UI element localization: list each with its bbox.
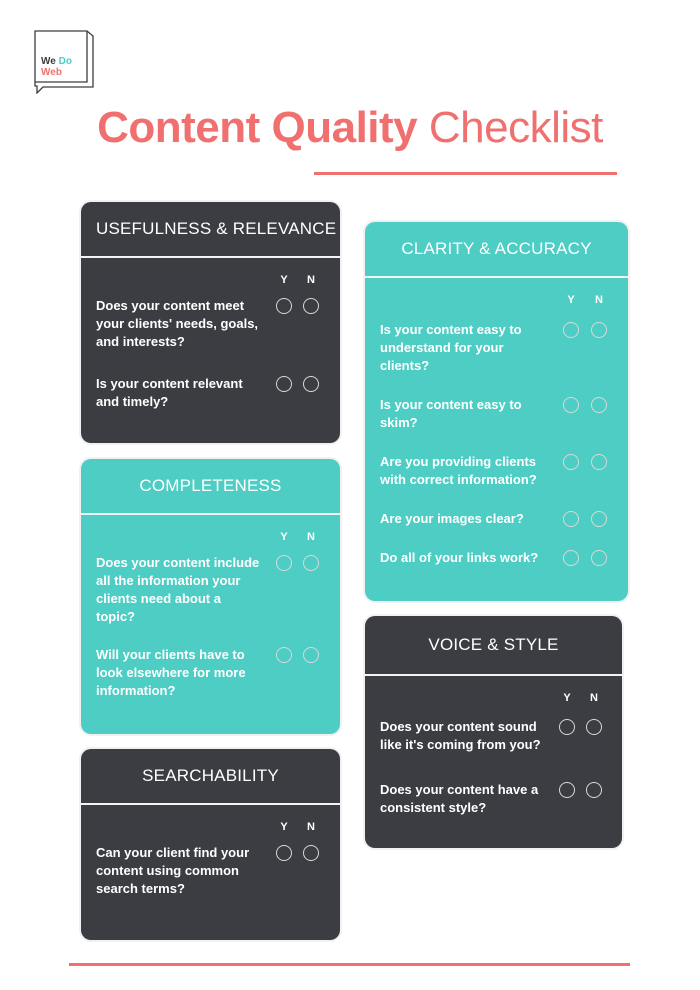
section-usefulness-relevance: USEFULNESS & RELEVANCE Y N Does your con… (81, 202, 340, 443)
yes-radio[interactable] (563, 454, 579, 470)
yes-radio[interactable] (276, 845, 292, 861)
section-title: COMPLETENESS (81, 459, 340, 515)
logo-text: We Do Web (41, 56, 72, 78)
no-radio[interactable] (303, 376, 319, 392)
yn-header: Y N (365, 278, 628, 306)
yn-header: Y N (365, 676, 622, 704)
no-radio[interactable] (586, 782, 602, 798)
section-title: VOICE & STYLE (365, 616, 622, 676)
yes-radio[interactable] (563, 397, 579, 413)
title-regular: Checklist (428, 103, 604, 152)
no-radio[interactable] (591, 454, 607, 470)
yes-radio[interactable] (563, 550, 579, 566)
question-text: Do all of your links work? (380, 550, 539, 565)
no-label: N (307, 274, 315, 286)
question-text: Does your content sound like it's coming… (380, 719, 541, 752)
no-label: N (307, 821, 315, 833)
yes-label: Y (280, 274, 288, 286)
question-text: Will your clients have to look elsewhere… (96, 647, 246, 698)
question-text: Can your client find your content using … (96, 845, 250, 896)
yes-radio[interactable] (559, 782, 575, 798)
checklist-item: Is your content easy to understand for y… (365, 321, 628, 375)
title-underline (314, 172, 617, 175)
yes-radio[interactable] (276, 298, 292, 314)
yes-radio[interactable] (563, 511, 579, 527)
no-radio[interactable] (303, 647, 319, 663)
page-title: Content Quality Checklist (0, 103, 700, 153)
checklist-item: Are your images clear? (365, 510, 628, 528)
question-text: Does your content include all the inform… (96, 555, 260, 624)
section-clarity-accuracy: CLARITY & ACCURACY Y N Is your content e… (365, 222, 628, 601)
checklist-item: Do all of your links work? (365, 549, 628, 567)
yn-header: Y N (81, 258, 340, 286)
checklist-item: Does your content include all the inform… (81, 554, 340, 626)
footer-divider (69, 963, 630, 966)
no-radio[interactable] (591, 550, 607, 566)
yes-label: Y (567, 294, 575, 306)
no-radio[interactable] (303, 555, 319, 571)
checklist-item: Does your content meet your clients' nee… (81, 297, 340, 351)
question-text: Does your content have a consistent styl… (380, 782, 539, 815)
title-bold: Content Quality (97, 103, 418, 152)
no-label: N (590, 692, 598, 704)
yes-radio[interactable] (276, 647, 292, 663)
yes-radio[interactable] (276, 376, 292, 392)
no-radio[interactable] (591, 322, 607, 338)
question-text: Is your content relevant and timely? (96, 376, 243, 409)
checklist-item: Does your content have a consistent styl… (365, 781, 622, 817)
yn-header: Y N (81, 805, 340, 833)
checklist-item: Are you providing clients with correct i… (365, 453, 628, 489)
yes-label: Y (563, 692, 571, 704)
yes-radio[interactable] (276, 555, 292, 571)
checklist-item: Does your content sound like it's coming… (365, 718, 622, 754)
question-text: Does your content meet your clients' nee… (96, 298, 259, 349)
section-completeness: COMPLETENESS Y N Does your content inclu… (81, 459, 340, 734)
yes-radio[interactable] (559, 719, 575, 735)
no-radio[interactable] (591, 397, 607, 413)
section-title: USEFULNESS & RELEVANCE (81, 202, 340, 258)
section-searchability: SEARCHABILITY Y N Can your client find y… (81, 749, 340, 940)
question-text: Are your images clear? (380, 511, 524, 526)
question-text: Is your content easy to skim? (380, 397, 522, 430)
no-radio[interactable] (591, 511, 607, 527)
yn-header: Y N (81, 515, 340, 543)
checklist-item: Is your content relevant and timely? (81, 375, 340, 411)
no-label: N (595, 294, 603, 306)
no-radio[interactable] (303, 845, 319, 861)
no-radio[interactable] (303, 298, 319, 314)
logo-word-web: Web (41, 67, 62, 78)
no-radio[interactable] (586, 719, 602, 735)
question-text: Are you providing clients with correct i… (380, 454, 537, 487)
yes-radio[interactable] (563, 322, 579, 338)
no-label: N (307, 531, 315, 543)
yes-label: Y (280, 531, 288, 543)
section-title: SEARCHABILITY (81, 749, 340, 805)
checklist-item: Can your client find your content using … (81, 844, 340, 898)
checklist-item: Will your clients have to look elsewhere… (81, 646, 340, 700)
wedoweb-logo: We Do Web (33, 29, 95, 94)
question-text: Is your content easy to understand for y… (380, 322, 522, 373)
logo-word-do: Do (58, 56, 72, 67)
logo-word-we: We (41, 56, 56, 67)
yes-label: Y (280, 821, 288, 833)
section-title: CLARITY & ACCURACY (365, 222, 628, 278)
section-voice-style: VOICE & STYLE Y N Does your content soun… (365, 616, 622, 848)
checklist-item: Is your content easy to skim? (365, 396, 628, 432)
